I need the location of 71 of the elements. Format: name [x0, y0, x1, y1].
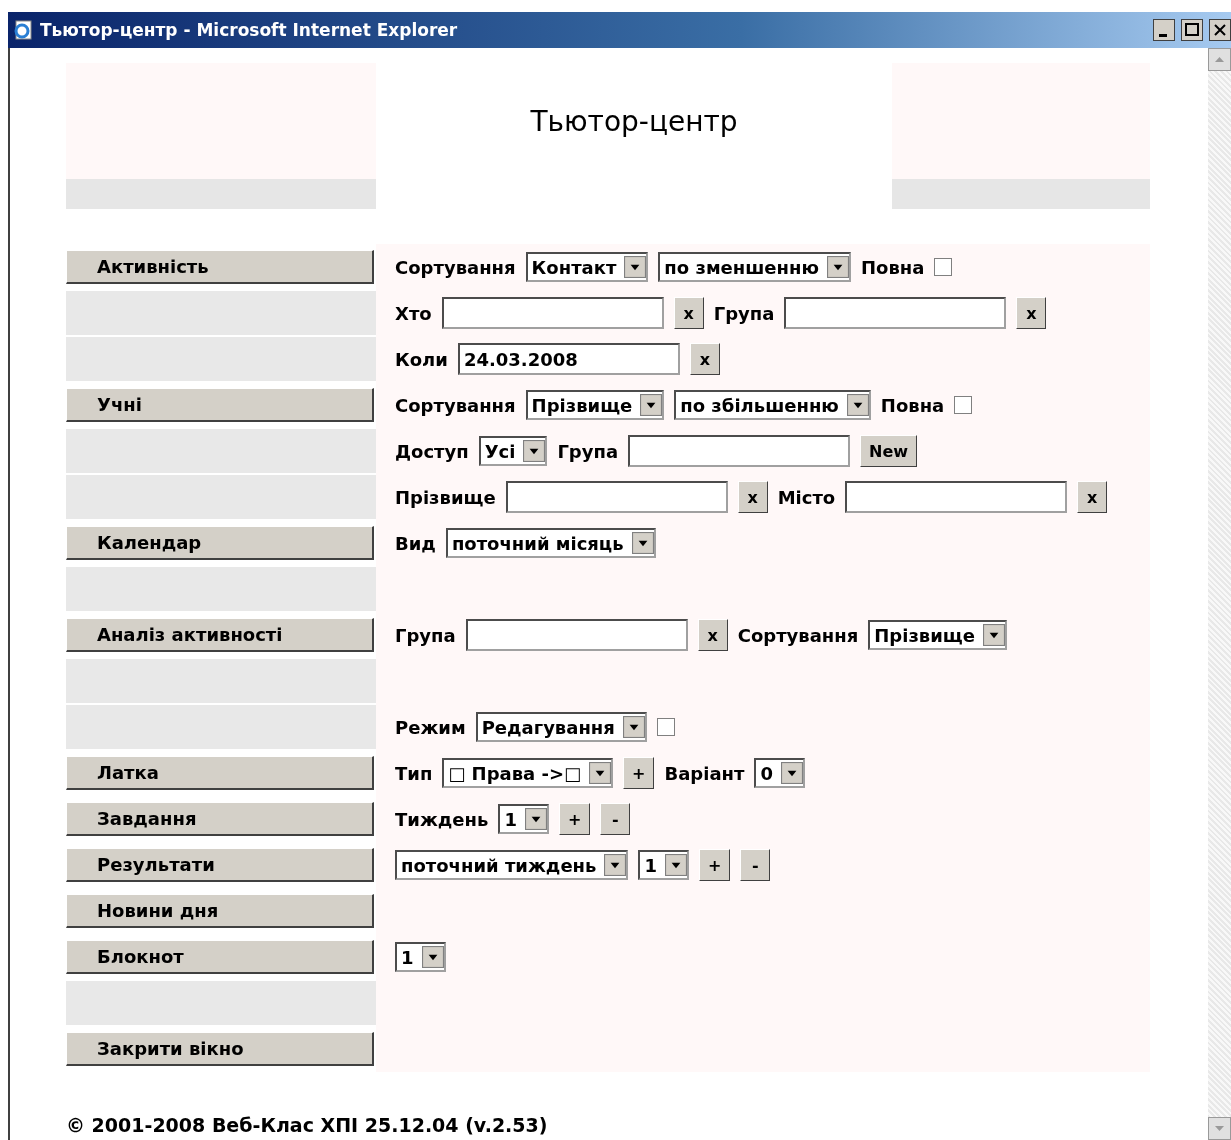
nav-button[interactable]: Календар [66, 526, 374, 560]
field-label: Доступ [395, 440, 469, 462]
clear-button[interactable]: x [689, 343, 720, 375]
input-field[interactable] [628, 435, 851, 467]
dropdown[interactable]: поточний місяць [445, 528, 656, 558]
clear-button[interactable]: x [673, 297, 704, 329]
dropdown[interactable]: 1 [395, 942, 446, 972]
dropdown[interactable]: Контакт [525, 252, 649, 282]
field-label: Місто [777, 486, 836, 508]
nav-button[interactable]: Учні [66, 388, 374, 422]
dropdown[interactable]: поточний тиждень [395, 850, 629, 880]
field-label: Вид [395, 532, 436, 554]
field-label: Група [557, 440, 619, 462]
input-field[interactable] [784, 297, 1007, 329]
dropdown[interactable]: 1 [638, 850, 689, 880]
nav-button[interactable]: Блокнот [66, 940, 374, 974]
field-label: Повна [860, 256, 925, 278]
dropdown[interactable]: по збільшенню [674, 390, 871, 420]
field-label: Сортування [737, 624, 859, 646]
dropdown[interactable]: 0 [754, 758, 805, 788]
nav-button[interactable]: Активність [66, 250, 374, 284]
action-button[interactable]: - [600, 803, 631, 835]
copyright-text: © 2001-2008 Веб-Клас ХПІ 25.12.04 (v.2.53) [66, 1114, 549, 1136]
action-button[interactable]: + [623, 757, 655, 789]
input-field[interactable] [505, 481, 728, 513]
nav-button[interactable]: Новини дня [66, 894, 374, 928]
dropdown[interactable]: по зменшенню [658, 252, 851, 282]
action-button[interactable]: + [698, 849, 731, 881]
field-label: Сортування [395, 256, 516, 278]
nav-button[interactable]: Закрити вікно [66, 1032, 374, 1066]
window-title: Тьютор-центр - Microsoft Internet Explorer [40, 20, 459, 40]
action-button[interactable]: + [558, 803, 591, 835]
action-button[interactable]: New [860, 435, 918, 467]
field-label: Прізвище [395, 486, 496, 508]
clear-button[interactable]: x [737, 481, 768, 513]
maximize-icon[interactable] [1181, 19, 1203, 41]
checkbox[interactable] [934, 258, 953, 276]
input-field[interactable] [441, 297, 664, 329]
nav-button[interactable]: Завдання [66, 802, 374, 836]
field-label: Група [395, 624, 456, 646]
nav-button[interactable]: Аналіз активності [66, 618, 374, 652]
checkbox[interactable] [954, 396, 973, 414]
clear-button[interactable]: x [697, 619, 728, 651]
dropdown[interactable]: Прізвище [525, 390, 665, 420]
input-field[interactable]: 24.03.2008 [457, 343, 680, 375]
input-field[interactable] [465, 619, 688, 651]
field-label: Тиждень [395, 808, 489, 830]
field-label: Тип [395, 762, 433, 784]
nav-button[interactable]: Результати [66, 848, 374, 882]
field-label: Сортування [395, 394, 516, 416]
close-icon[interactable] [1209, 19, 1231, 41]
field-label: Режим [395, 716, 466, 738]
field-label: Варіант [664, 762, 745, 784]
dropdown[interactable]: □ Права ->□ [442, 758, 614, 788]
field-label: Хто [395, 302, 432, 324]
dropdown[interactable]: 1 [498, 804, 549, 834]
browser-icon [12, 19, 34, 41]
clear-button[interactable]: x [1016, 297, 1047, 329]
page-title: Тьютор-центр [530, 105, 738, 138]
dropdown[interactable]: Прізвище [868, 620, 1007, 650]
minimize-icon[interactable] [1153, 19, 1175, 41]
clear-button[interactable]: x [1077, 481, 1108, 513]
field-label: Повна [880, 394, 945, 416]
dropdown[interactable]: Усі [478, 436, 548, 466]
checkbox[interactable] [656, 718, 675, 736]
nav-button[interactable]: Латка [66, 756, 374, 790]
field-label: Коли [395, 348, 448, 370]
input-field[interactable] [845, 481, 1068, 513]
field-label: Група [713, 302, 775, 324]
action-button[interactable]: - [740, 849, 771, 881]
dropdown[interactable]: Редагування [475, 712, 647, 742]
